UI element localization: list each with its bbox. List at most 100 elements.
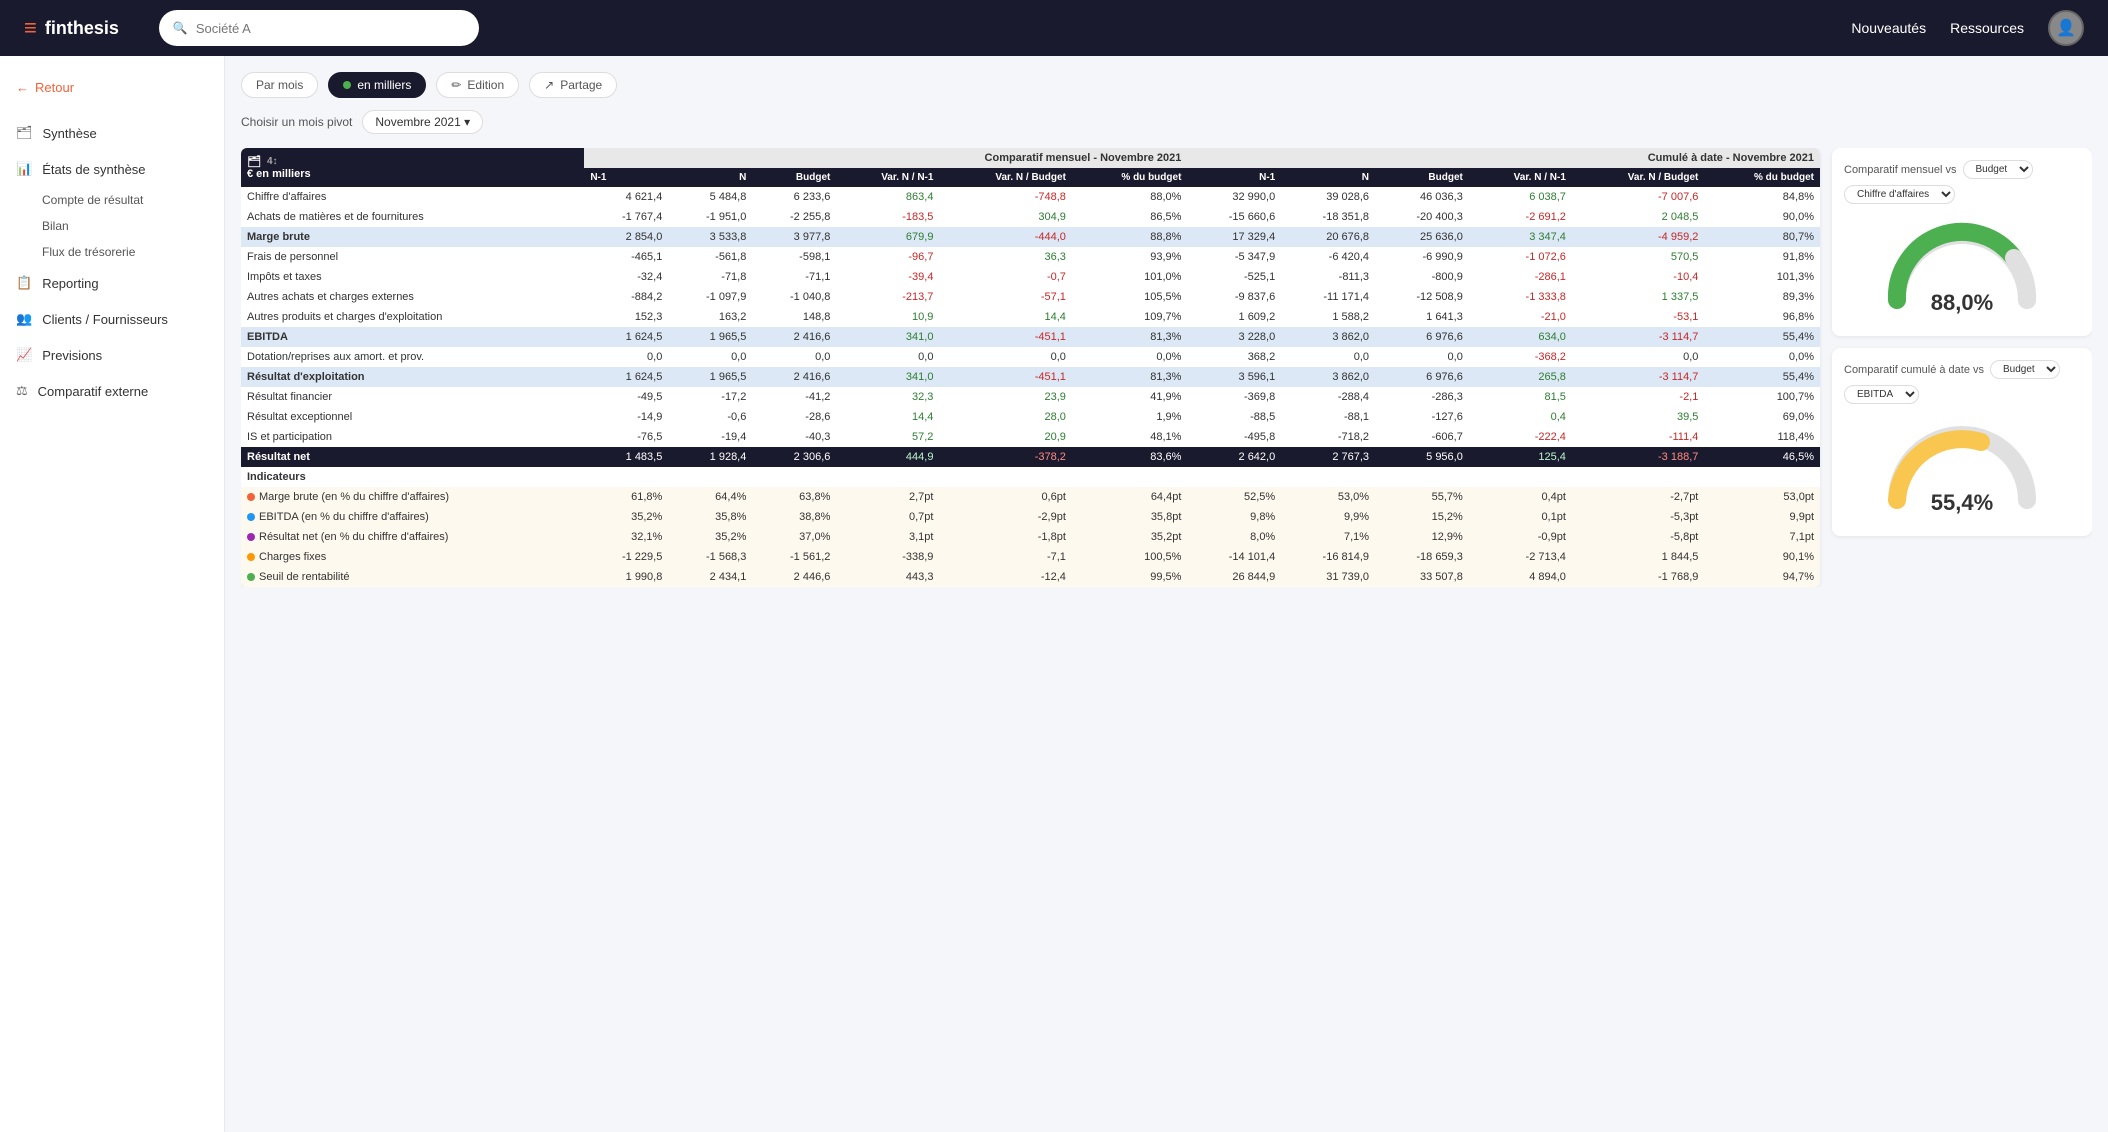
cell-value: 88,8% — [1072, 227, 1188, 247]
sidebar-item-flux[interactable]: Flux de trésorerie — [0, 239, 224, 265]
sidebar-item-clients[interactable]: 👥 Clients / Fournisseurs — [0, 301, 224, 337]
nav-ressources[interactable]: Ressources — [1950, 20, 2024, 36]
indicator-cell: 3,1pt — [836, 527, 939, 547]
table-row: Autres achats et charges externes-884,2-… — [241, 287, 1820, 307]
btn-partage[interactable]: ↗ Partage — [529, 72, 617, 98]
sidebar-item-previsions[interactable]: 📈 Previsions — [0, 337, 224, 373]
search-input[interactable] — [196, 21, 465, 36]
table-row: EBITDA1 624,51 965,52 416,6341,0-451,181… — [241, 327, 1820, 347]
sidebar-back-button[interactable]: ← Retour — [0, 72, 224, 103]
sidebar-item-synthese[interactable]: 🗂 Synthèse — [0, 115, 224, 151]
cell-value: 0,0 — [1281, 347, 1375, 367]
indicator-cell: 12,9% — [1375, 527, 1469, 547]
col-c-varb: Var. N / Budget — [1572, 168, 1704, 187]
cell-value: -368,2 — [1469, 347, 1572, 367]
cell-value: 444,9 — [836, 447, 939, 467]
cell-value: 109,7% — [1072, 307, 1188, 327]
sidebar-label-flux: Flux de trésorerie — [42, 245, 135, 259]
cell-value: -183,5 — [836, 207, 939, 227]
indicator-label: Seuil de rentabilité — [241, 567, 584, 587]
sidebar-item-compte[interactable]: Compte de résultat — [0, 187, 224, 213]
indicator-cell: 0,7pt — [836, 507, 939, 527]
cell-value: 0,4 — [1469, 407, 1572, 427]
cell-value: 304,9 — [939, 207, 1071, 227]
indicator-cell: 38,8% — [752, 507, 836, 527]
indicator-cell: 35,2% — [668, 527, 752, 547]
indicator-cell: -1 561,2 — [752, 547, 836, 567]
row-label: Résultat net — [241, 447, 584, 467]
cumul-chart-select1[interactable]: Budget — [1990, 360, 2060, 379]
col-c-budget: Budget — [1375, 168, 1469, 187]
previsions-icon: 📈 — [16, 347, 32, 363]
cell-value: -57,1 — [939, 287, 1071, 307]
col-c-varn: Var. N / N-1 — [1469, 168, 1572, 187]
cell-value: -7 007,6 — [1572, 187, 1704, 207]
cell-value: 1 588,2 — [1281, 307, 1375, 327]
cell-value: 46,5% — [1704, 447, 1820, 467]
indicator-cell: 63,8% — [752, 487, 836, 507]
indicator-cell: 37,0% — [752, 527, 836, 547]
cumul-header: Cumulé à date - Novembre 2021 — [1187, 148, 1820, 168]
cell-value: 28,0 — [939, 407, 1071, 427]
row-label: Marge brute — [241, 227, 584, 247]
etats-icon: 📊 — [16, 161, 32, 177]
avatar[interactable]: 👤 — [2048, 10, 2084, 46]
cell-value: -18 351,8 — [1281, 207, 1375, 227]
sidebar-label-synthese: Synthèse — [43, 126, 97, 141]
btn-edition[interactable]: ✏ Edition — [436, 72, 519, 98]
monthly-chart-card: Comparatif mensuel vs Budget Chiffre d'a… — [1832, 148, 2092, 336]
cell-value: 0,0% — [1072, 347, 1188, 367]
sidebar-label-reporting: Reporting — [42, 276, 98, 291]
sidebar-item-bilan[interactable]: Bilan — [0, 213, 224, 239]
search-bar[interactable]: 🔍 — [159, 10, 479, 46]
col-m-pct: % du budget — [1072, 168, 1188, 187]
cell-value: 89,3% — [1704, 287, 1820, 307]
cell-value: -884,2 — [584, 287, 668, 307]
cell-value: -15 660,6 — [1187, 207, 1281, 227]
sidebar-item-etats[interactable]: 📊 États de synthèse — [0, 151, 224, 187]
sidebar: ← Retour 🗂 Synthèse 📊 États de synthèse … — [0, 56, 225, 1132]
cell-value: 265,8 — [1469, 367, 1572, 387]
sidebar-item-reporting[interactable]: 📋 Reporting — [0, 265, 224, 301]
col-m-varn: Var. N / N-1 — [836, 168, 939, 187]
indicator-cell: -2,7pt — [1572, 487, 1704, 507]
sidebar-item-comparatif[interactable]: ⚖ Comparatif externe — [0, 373, 224, 409]
comparatif-icon: ⚖ — [16, 383, 28, 399]
monthly-chart-header: Comparatif mensuel vs Budget Chiffre d'a… — [1844, 160, 2080, 204]
cell-value: 0,0 — [752, 347, 836, 367]
cell-value: 4 621,4 — [584, 187, 668, 207]
row-label: Résultat financier — [241, 387, 584, 407]
btn-en-milliers[interactable]: en milliers — [328, 72, 426, 98]
cell-value: -14,9 — [584, 407, 668, 427]
indicator-row: Résultat net (en % du chiffre d'affaires… — [241, 527, 1820, 547]
cell-value: 2 416,6 — [752, 367, 836, 387]
synthese-icon: 🗂 — [16, 125, 33, 141]
monthly-chart-select1[interactable]: Budget — [1963, 160, 2033, 179]
cell-value: -495,8 — [1187, 427, 1281, 447]
indicator-cell: -1 568,3 — [668, 547, 752, 567]
indicator-cell: 0,1pt — [1469, 507, 1572, 527]
cell-value: 0,0 — [584, 347, 668, 367]
indicator-cell: 90,1% — [1704, 547, 1820, 567]
cell-value: 101,3% — [1704, 267, 1820, 287]
indicator-cell: 2 434,1 — [668, 567, 752, 587]
table-icon: 🗂 — [247, 155, 261, 168]
cell-value: -718,2 — [1281, 427, 1375, 447]
row-label: Résultat exceptionnel — [241, 407, 584, 427]
sidebar-label-bilan: Bilan — [42, 219, 69, 233]
monthly-chart-select2[interactable]: Chiffre d'affaires — [1844, 185, 1955, 204]
pivot-select[interactable]: Novembre 2021 ▾ — [362, 110, 483, 134]
cell-value: 1 624,5 — [584, 367, 668, 387]
cumul-chart-select2[interactable]: EBITDA — [1844, 385, 1919, 404]
indicator-cell: 100,5% — [1072, 547, 1188, 567]
cell-value: 90,0% — [1704, 207, 1820, 227]
nav-nouveautes[interactable]: Nouveautés — [1851, 20, 1926, 36]
indicator-cell: -12,4 — [939, 567, 1071, 587]
cell-value: 2 642,0 — [1187, 447, 1281, 467]
cumul-gauge-value: 55,4% — [1931, 490, 1993, 516]
row-label: Chiffre d'affaires — [241, 187, 584, 207]
sidebar-label-compte: Compte de résultat — [42, 193, 143, 207]
btn-par-mois[interactable]: Par mois — [241, 72, 318, 98]
indicator-cell: 64,4pt — [1072, 487, 1188, 507]
cell-value: 341,0 — [836, 327, 939, 347]
